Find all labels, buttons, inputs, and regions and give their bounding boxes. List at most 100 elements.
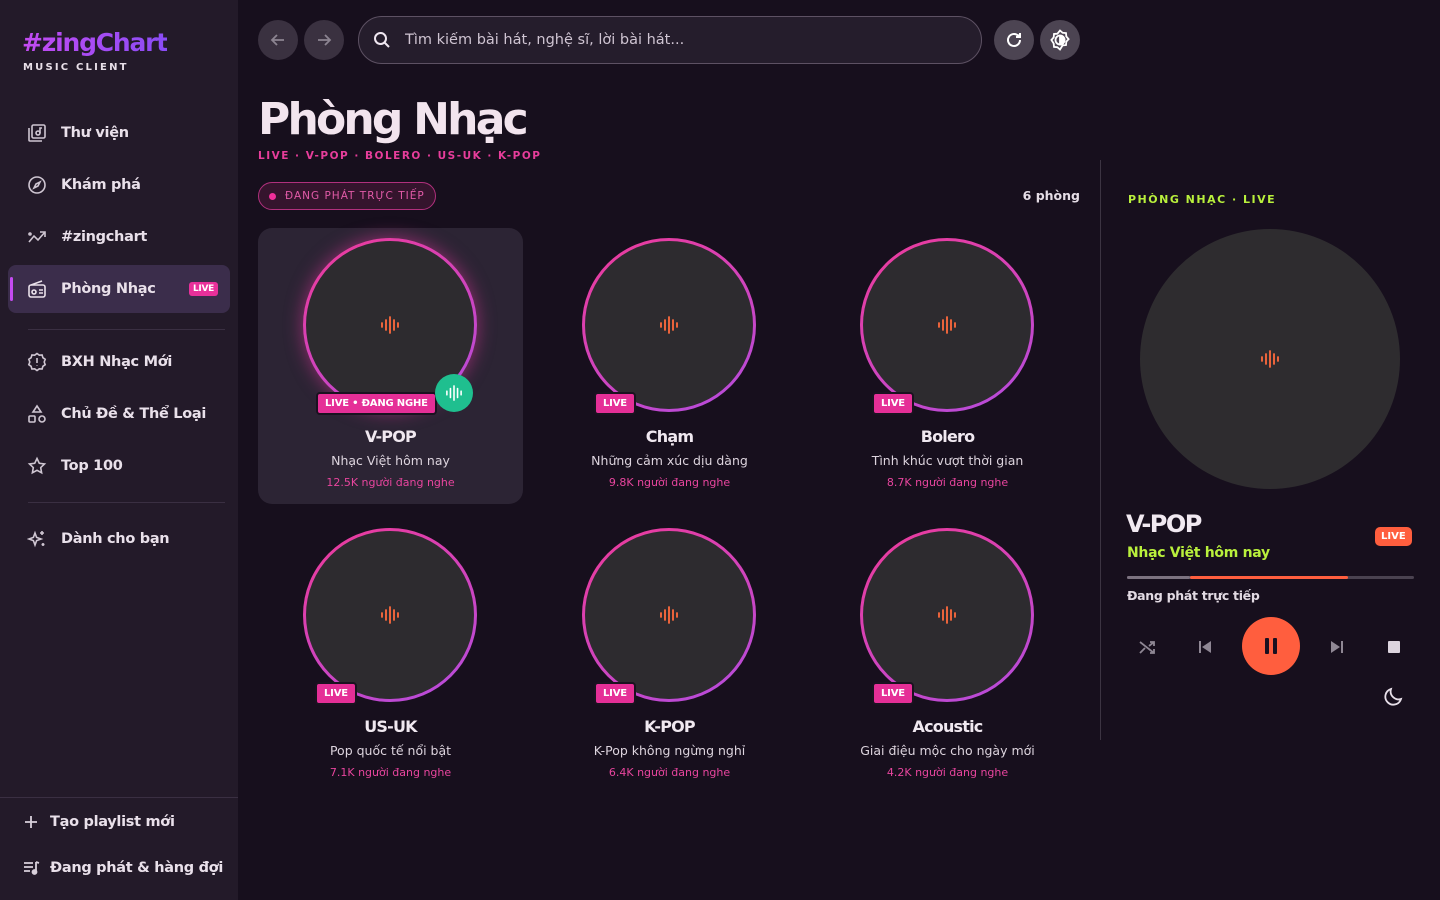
sidebar-item-label: Phòng Nhạc: [61, 281, 156, 297]
room-disc: [860, 528, 1034, 702]
search-icon: [374, 32, 390, 48]
create-playlist-button[interactable]: Tạo playlist mới: [22, 810, 175, 834]
arrow-right-icon: [318, 34, 332, 46]
audio-wave-icon: [1261, 350, 1279, 368]
sidebar-item-phong-nhac[interactable]: Phòng Nhạc LIVE: [8, 265, 230, 313]
trend-chart-icon: [26, 226, 48, 248]
forward-button[interactable]: [304, 20, 344, 60]
arrow-left-icon: [270, 34, 284, 46]
sidebar-item-topics[interactable]: Chủ Đề & Thể Loại: [8, 390, 230, 438]
sparkle-icon: [26, 528, 48, 550]
sidebar-item-top100[interactable]: Top 100: [8, 442, 230, 490]
live-badge: LIVE: [594, 682, 636, 705]
dark-mode-toggle[interactable]: [1382, 684, 1406, 708]
room-description: K-Pop không ngừng nghỉ: [593, 743, 746, 758]
compass-icon: [26, 174, 48, 196]
live-badge: LIVE: [872, 682, 914, 705]
sidebar-item-new-chart[interactable]: BXH Nhạc Mới: [8, 338, 230, 386]
playback-status: Đang phát trực tiếp: [1127, 588, 1260, 603]
radio-icon: [26, 278, 48, 300]
sidebar-item-library[interactable]: Thư viện: [8, 109, 230, 157]
pause-button[interactable]: [1242, 617, 1300, 675]
star-icon: [26, 455, 48, 477]
skip-next-icon: [1331, 641, 1343, 653]
badge-new-icon: [26, 351, 48, 373]
now-playing-subtitle: Nhạc Việt hôm nay: [1127, 545, 1270, 561]
search-bar[interactable]: [358, 16, 982, 64]
progress-buffered: [1127, 576, 1191, 579]
sidebar-item-zingchart[interactable]: #zingchart: [8, 213, 230, 261]
audio-wave-icon: [381, 606, 399, 624]
sidebar-divider: [28, 329, 225, 330]
app-logo[interactable]: #zingChart MUSIC CLIENT: [22, 28, 168, 73]
queue-button[interactable]: Đang phát & hàng đợi: [22, 856, 223, 880]
sidebar-item-label: Thư viện: [61, 125, 129, 141]
live-dot-icon: [269, 192, 276, 200]
room-description: Giai điệu mộc cho ngày mới: [860, 743, 1035, 758]
room-card-kpop[interactable]: LIVE K-POP K-Pop không ngừng nghỉ 6.4K n…: [537, 518, 802, 794]
panel-label: PHÒNG NHẠC · LIVE: [1128, 193, 1277, 206]
stop-button[interactable]: [1383, 636, 1405, 658]
room-card-cham[interactable]: LIVE Chạm Những cảm xúc dịu dàng 9.8K ng…: [537, 228, 802, 504]
shuffle-button[interactable]: [1136, 636, 1158, 658]
room-disc: [582, 238, 756, 412]
sidebar-divider: [28, 502, 225, 503]
next-button[interactable]: [1326, 636, 1348, 658]
room-card-acoustic[interactable]: LIVE Acoustic Giai điệu mộc cho ngày mới…: [815, 518, 1080, 794]
audio-wave-icon: [660, 316, 678, 334]
live-badge: LIVE: [594, 392, 636, 415]
room-name: Bolero: [920, 427, 975, 446]
back-button[interactable]: [258, 20, 298, 60]
stop-icon: [1388, 641, 1400, 653]
room-description: Nhạc Việt hôm nay: [331, 453, 450, 468]
live-badge: LIVE • ĐANG NGHE: [316, 392, 437, 415]
audio-wave-icon: [660, 606, 678, 624]
room-listeners: 4.2K người đang nghe: [886, 766, 1009, 779]
now-playing-artwork: [1140, 229, 1400, 489]
live-pill-label: ĐANG PHÁT TRỰC TIẾP: [285, 190, 425, 202]
room-name: Chạm: [645, 427, 694, 446]
sidebar-item-label: Dành cho bạn: [61, 531, 170, 547]
audio-wave-icon: [381, 316, 399, 334]
page-title: Phòng Nhạc: [258, 94, 529, 145]
theme-settings-button[interactable]: [1040, 20, 1080, 60]
now-playing-title: V-POP: [1126, 510, 1202, 538]
skip-previous-icon: [1199, 641, 1211, 653]
room-listeners: 12.5K người đang nghe: [326, 476, 455, 489]
room-name: V-POP: [365, 427, 417, 446]
room-card-vpop[interactable]: LIVE • ĐANG NGHE V-POP Nhạc Việt hôm nay…: [258, 228, 523, 504]
page-subtitle: LIVE · V-POP · BOLERO · US-UK · K-POP: [258, 150, 542, 162]
shapes-icon: [26, 403, 48, 425]
room-disc: [860, 238, 1034, 412]
refresh-button[interactable]: [994, 20, 1034, 60]
library-icon: [26, 122, 48, 144]
audio-wave-icon: [446, 385, 462, 401]
room-card-usuk[interactable]: LIVE US-UK Pop quốc tế nổi bật 7.1K ngườ…: [258, 518, 523, 794]
queue-label: Đang phát & hàng đợi: [50, 860, 224, 876]
live-badge: LIVE: [189, 282, 218, 296]
audio-wave-icon: [938, 606, 956, 624]
refresh-icon: [1007, 32, 1021, 47]
shuffle-icon: [1139, 641, 1155, 654]
previous-button[interactable]: [1194, 636, 1216, 658]
live-badge: LIVE: [315, 682, 357, 705]
live-badge: LIVE: [872, 392, 914, 415]
sidebar-item-for-you[interactable]: Dành cho bạn: [8, 515, 230, 563]
now-playing-indicator: [435, 374, 473, 412]
create-playlist-label: Tạo playlist mới: [50, 814, 175, 830]
sidebar-item-discover[interactable]: Khám phá: [8, 161, 230, 209]
sidebar-item-label: Top 100: [61, 458, 123, 474]
sidebar-item-label: Chủ Đề & Thể Loại: [61, 406, 207, 422]
progress-bar[interactable]: [1127, 576, 1414, 579]
room-count: 6 phòng: [1022, 188, 1080, 203]
room-listeners: 7.1K người đang nghe: [329, 766, 452, 779]
panel-divider: [1100, 160, 1101, 740]
room-disc: [303, 528, 477, 702]
search-input[interactable]: [405, 32, 945, 48]
queue-icon: [22, 859, 40, 877]
sidebar-item-label: #zingchart: [61, 229, 148, 245]
logo-subtitle: MUSIC CLIENT: [23, 62, 129, 73]
room-description: Pop quốc tế nổi bật: [329, 743, 452, 758]
room-card-bolero[interactable]: LIVE Bolero Tình khúc vượt thời gian 8.7…: [815, 228, 1080, 504]
pause-icon: [1265, 638, 1277, 654]
